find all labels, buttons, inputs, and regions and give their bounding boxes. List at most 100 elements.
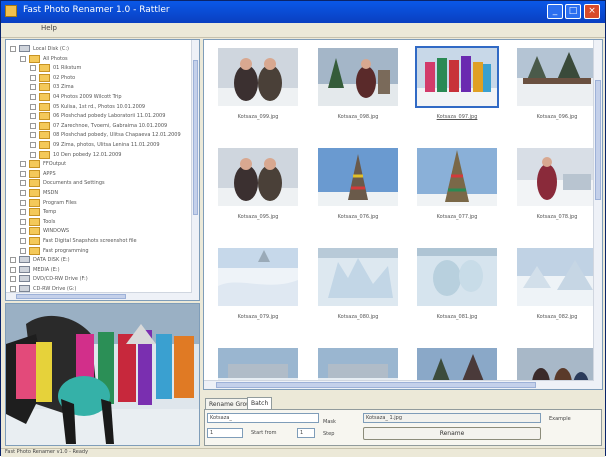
folder-icon (29, 179, 40, 188)
thumbnail-item[interactable]: Kotsaza_097.jpg (415, 46, 499, 130)
expand-toggle-icon[interactable] (10, 276, 16, 283)
folder-icon (29, 237, 40, 245)
tree-item-label: Local Disk (C:) (33, 46, 69, 52)
tree-item-label: 08 Ploshchad pobedy, Ulitsa Chapaeva 12.… (53, 132, 181, 139)
thumbnail-image[interactable] (415, 46, 499, 108)
tab-content: Kotsaza_ Mask 1 Start from 1 Step Kotsaz… (204, 409, 602, 446)
preview-image (6, 304, 199, 445)
expand-toggle-icon[interactable] (20, 238, 26, 244)
tree-item-label: 04 Photos 2009 Wilcott Trip (53, 94, 122, 100)
expand-toggle-icon[interactable] (20, 209, 26, 216)
thumbnail-image[interactable] (218, 148, 298, 206)
tree-item-label: 03 Zima (53, 84, 74, 91)
folder-icon (29, 246, 40, 255)
expand-toggle-icon[interactable] (20, 180, 26, 187)
expand-toggle-icon[interactable] (10, 266, 16, 273)
app-window: Fast Photo Renamer 1.0 - Rattler _ □ × H… (0, 0, 606, 457)
tree-item-label: 10 Den pobedy 12.01.2009 (53, 151, 122, 158)
expand-toggle-icon[interactable] (10, 46, 16, 52)
thumbnail-item[interactable]: Kotsaza_077.jpg (417, 148, 497, 230)
expand-toggle-icon[interactable] (20, 190, 26, 196)
drive-icon (19, 256, 30, 264)
menu-help[interactable]: Help (41, 24, 57, 32)
mask-input[interactable]: Kotsaza_ (207, 413, 319, 423)
thumbnail-item[interactable]: Kotsaza_081.jpg (417, 248, 497, 330)
thumbnail-caption: Kotsaza_077.jpg (436, 214, 478, 220)
expand-toggle-icon[interactable] (30, 142, 36, 148)
thumbnail-image[interactable] (318, 248, 398, 306)
expand-toggle-icon[interactable] (30, 94, 36, 100)
thumbnail-image[interactable] (517, 248, 597, 306)
thumbnail-caption: Kotsaza_078.jpg (536, 214, 578, 220)
tree-item-label: Fast Digital Snapshots screenshot file (43, 238, 137, 244)
maximize-button[interactable]: □ (565, 4, 581, 19)
expand-toggle-icon[interactable] (30, 74, 36, 81)
minimize-button[interactable]: _ (547, 4, 563, 19)
thumbnail-image[interactable] (517, 148, 597, 206)
app-icon (5, 5, 17, 17)
folder-icon (29, 189, 40, 197)
title-bar[interactable]: Fast Photo Renamer 1.0 - Rattler _ □ × (1, 1, 605, 23)
thumbnail-image[interactable] (517, 48, 597, 106)
thumbnail-item[interactable]: Kotsaza_079.jpg (218, 248, 298, 330)
thumbnail-image[interactable] (417, 148, 497, 206)
thumbnail-item[interactable]: Kotsaza_096.jpg (517, 48, 597, 130)
thumbnail-caption: Kotsaza_096.jpg (536, 114, 578, 120)
thumbnail-item[interactable]: Kotsaza_082.jpg (517, 248, 597, 330)
thumbnail-image[interactable] (417, 248, 497, 306)
start-from-label: Start from (251, 430, 277, 436)
expand-toggle-icon[interactable] (20, 55, 26, 62)
thumbnail-item[interactable]: Kotsaza_095.jpg (218, 148, 298, 230)
thumbnail-item[interactable]: Kotsaza_098.jpg (318, 48, 398, 130)
expand-toggle-icon[interactable] (20, 161, 26, 168)
tab-batch[interactable]: Batch (247, 397, 273, 409)
tree-vertical-scrollbar[interactable] (191, 40, 199, 300)
expand-toggle-icon[interactable] (30, 103, 36, 110)
thumbnail-image[interactable] (218, 48, 298, 106)
drive-icon (19, 275, 30, 283)
expand-toggle-icon[interactable] (30, 122, 36, 129)
thumbnail-item[interactable]: Kotsaza_078.jpg (517, 148, 597, 230)
folder-icon (29, 208, 40, 217)
expand-toggle-icon[interactable] (30, 113, 36, 120)
expand-toggle-icon[interactable] (20, 199, 26, 206)
tree-item-label: FFOutput (43, 161, 67, 168)
tree-item-label: Fast programming (43, 247, 89, 254)
expand-toggle-icon[interactable] (10, 257, 16, 264)
tree-scroll-thumb[interactable] (193, 60, 198, 215)
tree-horizontal-scrollbar[interactable] (6, 292, 192, 300)
tree-item-label: 05 Kulisa, 1st rd., Photos 10.01.2009 (53, 103, 146, 110)
grid-horizontal-scrollbar[interactable] (204, 380, 594, 389)
tree-hscroll-thumb[interactable] (16, 294, 126, 299)
close-button[interactable]: × (584, 4, 600, 19)
step-input[interactable]: 1 (297, 428, 315, 438)
step-label: Step (323, 431, 335, 437)
thumbnail-image[interactable] (218, 248, 298, 306)
folder-icon (39, 102, 50, 111)
grid-scroll-thumb[interactable] (595, 80, 601, 200)
expand-toggle-icon[interactable] (30, 132, 36, 139)
folder-tree: Local Disk (C:) All Photos 01 Rikstum 02 Ph… (5, 39, 200, 301)
folder-icon (29, 198, 40, 207)
tree-item-label: Documents and Settings (43, 180, 105, 187)
thumbnail-item[interactable]: Kotsaza_080.jpg (318, 248, 398, 330)
expand-toggle-icon[interactable] (30, 84, 36, 91)
expand-toggle-icon[interactable] (20, 228, 26, 235)
thumbnail-caption: Kotsaza_079.jpg (237, 314, 279, 320)
rename-button[interactable]: Rename (363, 427, 541, 440)
start-from-input[interactable]: 1 (207, 428, 243, 438)
grid-hscroll-thumb[interactable] (216, 382, 536, 388)
thumbnail-item[interactable]: Kotsaza_099.jpg (218, 48, 298, 130)
expand-toggle-icon[interactable] (20, 218, 26, 225)
expand-toggle-icon[interactable] (30, 151, 36, 158)
thumbnail-caption: Kotsaza_082.jpg (536, 314, 578, 320)
expand-toggle-icon[interactable] (30, 65, 36, 72)
expand-toggle-icon[interactable] (20, 170, 26, 177)
thumbnail-item[interactable]: Kotsaza_076.jpg (318, 148, 398, 230)
thumbnail-image[interactable] (318, 48, 398, 106)
expand-toggle-icon[interactable] (20, 247, 26, 254)
window-title: Fast Photo Renamer 1.0 - Rattler (23, 5, 170, 15)
thumbnail-image[interactable] (318, 148, 398, 206)
grid-vertical-scrollbar[interactable] (593, 40, 602, 389)
drive-icon (19, 285, 30, 292)
